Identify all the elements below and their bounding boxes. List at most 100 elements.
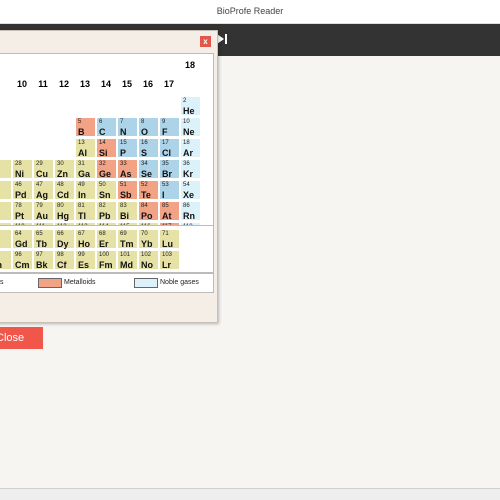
element-symbol: He xyxy=(183,106,195,116)
element-cell[interactable]: 16 S xyxy=(138,138,159,158)
atomic-number: 51 xyxy=(120,182,127,188)
element-cell[interactable]: 28 Ni xyxy=(12,159,33,179)
series-element-cell[interactable]: u xyxy=(0,229,12,249)
element-cell[interactable]: 85 At xyxy=(159,201,180,221)
element-cell[interactable]: 7N xyxy=(117,117,138,137)
atomic-number: 15 xyxy=(120,140,127,146)
atomic-number: 66 xyxy=(57,231,64,237)
series-element-cell[interactable]: 98 Cf xyxy=(54,250,75,270)
element-symbol: Sb xyxy=(120,190,132,200)
element-symbol: Ho xyxy=(78,239,90,249)
element-cell[interactable]: 9F xyxy=(159,117,180,137)
element-symbol: m xyxy=(0,260,2,270)
element-symbol: Rn xyxy=(183,211,195,221)
element-cell[interactable]: o xyxy=(0,159,12,179)
element-cell[interactable]: 83 Bi xyxy=(117,201,138,221)
atomic-number: 14 xyxy=(99,140,106,146)
element-cell[interactable]: 31 Ga xyxy=(75,159,96,179)
element-cell[interactable]: 48 Cd xyxy=(54,180,75,200)
element-cell[interactable]: 8O xyxy=(138,117,159,137)
element-cell[interactable]: 29 Cu xyxy=(33,159,54,179)
element-cell[interactable]: 47 Ag xyxy=(33,180,54,200)
element-cell[interactable]: 80 Hg xyxy=(54,201,75,221)
element-cell[interactable]: 36 Kr xyxy=(180,159,201,179)
element-cell[interactable] xyxy=(0,201,12,221)
element-symbol: B xyxy=(78,127,85,137)
element-cell[interactable]: h xyxy=(0,180,12,200)
series-element-cell[interactable]: 103 Lr xyxy=(159,250,180,270)
close-icon[interactable]: x xyxy=(200,36,211,47)
atomic-number: 84 xyxy=(141,203,148,209)
atomic-number: 97 xyxy=(36,252,43,258)
atomic-number: 5 xyxy=(78,119,82,125)
group-number: 12 xyxy=(58,79,69,89)
element-symbol: Cm xyxy=(15,260,30,270)
element-cell[interactable]: 18 Ar xyxy=(180,138,201,158)
atomic-number: 13 xyxy=(78,140,85,146)
element-cell[interactable]: 13 Al xyxy=(75,138,96,158)
element-cell[interactable]: 50 Sn xyxy=(96,180,117,200)
element-cell[interactable]: 32 Ge xyxy=(96,159,117,179)
element-cell[interactable]: 14 Si xyxy=(96,138,117,158)
element-symbol: Cf xyxy=(57,260,67,270)
series-element-cell[interactable]: 99 Es xyxy=(75,250,96,270)
element-cell[interactable]: 46 Pd xyxy=(12,180,33,200)
atomic-number: 17 xyxy=(162,140,169,146)
element-cell[interactable]: 49 In xyxy=(75,180,96,200)
element-cell[interactable]: 84 Po xyxy=(138,201,159,221)
atomic-number: 85 xyxy=(162,203,169,209)
atomic-number: 96 xyxy=(15,252,22,258)
series-element-cell[interactable]: 69 Tm xyxy=(117,229,138,249)
element-symbol: Sn xyxy=(99,190,111,200)
element-cell[interactable]: 34 Se xyxy=(138,159,159,179)
element-cell[interactable]: 51 Sb xyxy=(117,180,138,200)
group-number: 11 xyxy=(38,79,48,89)
element-cell[interactable]: 33 As xyxy=(117,159,138,179)
element-cell[interactable]: 15 P xyxy=(117,138,138,158)
group-number: 16 xyxy=(142,79,153,89)
atomic-number: 54 xyxy=(183,182,190,188)
element-cell[interactable]: 86 Rn xyxy=(180,201,201,221)
element-symbol: C xyxy=(99,127,106,137)
element-cell[interactable]: 17 Cl xyxy=(159,138,180,158)
element-cell[interactable]: 35 Br xyxy=(159,159,180,179)
series-element-cell[interactable]: 65 Tb xyxy=(33,229,54,249)
element-symbol: Al xyxy=(78,148,87,158)
atomic-number: 86 xyxy=(183,203,190,209)
element-symbol: Md xyxy=(120,260,133,270)
series-element-cell[interactable]: 64 Gd xyxy=(12,229,33,249)
element-cell[interactable]: 30 Zn xyxy=(54,159,75,179)
series-element-cell[interactable]: 67 Ho xyxy=(75,229,96,249)
atomic-number: 29 xyxy=(36,161,43,167)
element-cell[interactable]: 53 I xyxy=(159,180,180,200)
series-element-cell[interactable]: 101 Md xyxy=(117,250,138,270)
series-element-cell[interactable]: 96 Cm xyxy=(12,250,33,270)
element-symbol: Ge xyxy=(99,169,112,179)
element-symbol: Er xyxy=(99,239,109,249)
close-button[interactable]: Close xyxy=(0,327,43,349)
series-element-cell[interactable]: 102 No xyxy=(138,250,159,270)
element-cell[interactable]: 6C xyxy=(96,117,117,137)
group-number: 18 xyxy=(184,60,195,70)
series-element-cell[interactable]: 68 Er xyxy=(96,229,117,249)
element-cell[interactable]: 54 Xe xyxy=(180,180,201,200)
element-symbol: Lr xyxy=(162,260,171,270)
series-element-cell[interactable]: 100 Fm xyxy=(96,250,117,270)
legend-label-metalloids: Metalloids xyxy=(64,279,96,286)
element-symbol: Au xyxy=(36,211,48,221)
series-element-cell[interactable]: 66 Dy xyxy=(54,229,75,249)
element-symbol: Xe xyxy=(183,190,195,200)
element-cell[interactable]: 52 Te xyxy=(138,180,159,200)
series-element-cell[interactable]: 70 Yb xyxy=(138,229,159,249)
element-cell[interactable]: 81 Tl xyxy=(75,201,96,221)
atomic-number: 71 xyxy=(162,231,169,237)
element-cell[interactable]: 5B xyxy=(75,117,96,137)
element-cell[interactable]: 79 Au xyxy=(33,201,54,221)
element-cell[interactable]: 82 Pb xyxy=(96,201,117,221)
series-element-cell[interactable]: m xyxy=(0,250,12,270)
series-element-cell[interactable]: 97 Bk xyxy=(33,250,54,270)
series-element-cell[interactable]: 71 Lu xyxy=(159,229,180,249)
element-cell[interactable]: 78 Pt xyxy=(12,201,33,221)
element-cell[interactable]: 10 Ne xyxy=(180,117,201,137)
element-cell[interactable]: 2 He xyxy=(180,96,201,116)
